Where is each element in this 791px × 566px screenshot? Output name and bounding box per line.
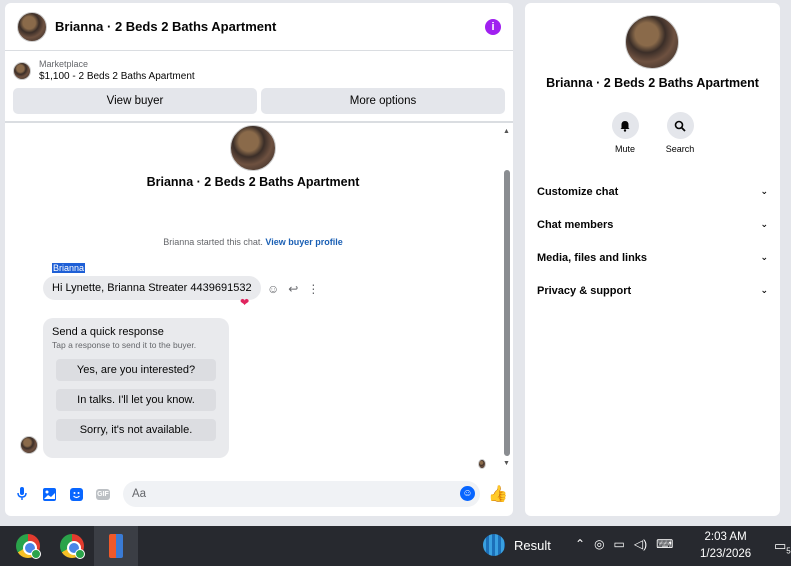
microphone-icon[interactable] bbox=[13, 485, 31, 503]
emoji-icon[interactable]: ☺ bbox=[460, 486, 475, 501]
info-icon[interactable]: i bbox=[485, 18, 501, 35]
section-customize-chat[interactable]: Customize chat ⌄ bbox=[537, 175, 768, 208]
listing-value: $1,100 - 2 Beds 2 Baths Apartment bbox=[39, 71, 195, 82]
app-icon bbox=[109, 534, 123, 558]
quick-response-option[interactable]: Sorry, it's not available. bbox=[56, 419, 216, 441]
action-row: View buyer More options bbox=[5, 82, 513, 123]
listing-thumbnail bbox=[13, 61, 31, 80]
message-list: Brianna · 2 Beds 2 Baths Apartment Brian… bbox=[5, 125, 501, 473]
chat-info-panel: Brianna · 2 Beds 2 Baths Apartment Mute … bbox=[525, 3, 780, 516]
taskbar-chrome-app[interactable] bbox=[6, 526, 50, 566]
chevron-down-icon: ⌄ bbox=[760, 285, 768, 295]
scroll-up-icon[interactable]: ▲ bbox=[503, 128, 510, 135]
info-title: Brianna · 2 Beds 2 Baths Apartment bbox=[546, 76, 759, 90]
chat-panel: Brianna · 2 Beds 2 Baths Apartment i Mar… bbox=[5, 3, 513, 516]
listing-row[interactable]: Marketplace $1,100 - 2 Beds 2 Baths Apar… bbox=[5, 51, 513, 82]
meet-icon[interactable]: ◎ bbox=[594, 537, 604, 551]
chevron-up-icon[interactable]: ⌃ bbox=[575, 537, 585, 551]
chevron-down-icon: ⌄ bbox=[760, 252, 768, 262]
mute-label: Mute bbox=[614, 144, 635, 154]
search-label: Search bbox=[665, 144, 695, 154]
taskbar-active-app[interactable] bbox=[94, 526, 138, 566]
chevron-down-icon: ⌄ bbox=[760, 219, 768, 229]
globe-icon bbox=[483, 534, 505, 556]
profile-badge-icon bbox=[31, 549, 41, 559]
keyboard-icon[interactable]: ⌨ bbox=[656, 537, 673, 551]
gif-label: GIF bbox=[96, 488, 110, 500]
sender-avatar bbox=[20, 436, 38, 454]
section-chat-members[interactable]: Chat members ⌄ bbox=[537, 208, 768, 241]
more-icon[interactable]: ⋮ bbox=[307, 282, 319, 296]
message-input-placeholder: Aa bbox=[132, 488, 147, 500]
scroll-down-icon[interactable]: ▼ bbox=[503, 460, 510, 467]
taskbar-chrome-app-2[interactable] bbox=[50, 526, 94, 566]
mute-button[interactable]: Mute bbox=[611, 112, 639, 154]
composer: GIF Aa ☺ 👍 bbox=[5, 477, 513, 511]
incoming-message[interactable]: Hi Lynette, Brianna Streater 4439691532 bbox=[43, 276, 261, 300]
info-sections: Customize chat ⌄ Chat members ⌄ Media, fil… bbox=[537, 175, 768, 307]
section-label: Customize chat bbox=[537, 185, 619, 198]
heart-reaction-icon[interactable]: ❤ bbox=[240, 296, 249, 309]
clock-date: 1/23/2026 bbox=[700, 548, 752, 560]
react-icon[interactable]: ☺ bbox=[267, 282, 279, 296]
chat-started-note: Brianna started this chat. View buyer pr… bbox=[5, 237, 501, 247]
thumbs-up-icon[interactable]: 👍 bbox=[488, 484, 508, 504]
view-buyer-profile-link[interactable]: View buyer profile bbox=[265, 237, 342, 247]
network-icon[interactable]: ▭ bbox=[614, 537, 625, 551]
more-options-button[interactable]: More options bbox=[261, 88, 505, 114]
quick-response-subtitle: Tap a response to send it to the buyer. bbox=[52, 340, 197, 350]
search-icon[interactable] bbox=[666, 112, 694, 139]
chat-header: Brianna · 2 Beds 2 Baths Apartment i bbox=[5, 3, 513, 51]
weather-widget[interactable]: Result bbox=[483, 534, 551, 556]
clock-time: 2:03 AM bbox=[704, 531, 747, 543]
sticker-icon[interactable] bbox=[67, 485, 85, 503]
quick-response-option[interactable]: In talks. I'll let you know. bbox=[56, 389, 216, 411]
conversation-title: Brianna · 2 Beds 2 Baths Apartment bbox=[146, 175, 360, 189]
taskbar: Result ⌃ ◎ ▭ ◁) ⌨ 2:03 AM 1/23/2026 ▭5 bbox=[0, 526, 791, 566]
listing-label: Marketplace bbox=[39, 59, 89, 69]
chat-started-text: Brianna started this chat. bbox=[163, 237, 263, 247]
sender-name: Brianna bbox=[52, 263, 86, 273]
info-avatar bbox=[625, 15, 679, 69]
section-label: Media, files and links bbox=[537, 251, 648, 264]
volume-icon[interactable]: ◁) bbox=[634, 537, 647, 551]
section-label: Privacy & support bbox=[537, 284, 632, 297]
profile-badge-icon bbox=[75, 549, 85, 559]
header-avatar[interactable] bbox=[17, 11, 47, 42]
quick-response-title: Send a quick response bbox=[52, 326, 164, 338]
gif-icon[interactable]: GIF bbox=[94, 485, 112, 503]
bell-icon[interactable] bbox=[611, 112, 639, 139]
search-button[interactable]: Search bbox=[666, 112, 694, 154]
section-privacy-support[interactable]: Privacy & support ⌄ bbox=[537, 274, 768, 307]
scroll-thumb[interactable] bbox=[504, 170, 510, 456]
message-input[interactable]: Aa ☺ bbox=[123, 481, 480, 507]
view-buyer-button[interactable]: View buyer bbox=[13, 88, 257, 114]
photo-icon[interactable] bbox=[40, 485, 58, 503]
section-label: Chat members bbox=[537, 218, 614, 231]
message-scrollbar[interactable]: ▲ ▼ bbox=[502, 128, 512, 473]
chat-title[interactable]: Brianna · 2 Beds 2 Baths Apartment bbox=[55, 19, 485, 34]
notification-icon[interactable]: ▭5 bbox=[774, 538, 791, 556]
read-receipt-avatar bbox=[478, 459, 486, 469]
message-tools: ☺ ↩ ⋮ bbox=[267, 282, 319, 296]
conversation-avatar bbox=[230, 125, 276, 171]
quick-response-card: Send a quick response Tap a response to … bbox=[43, 318, 229, 458]
section-media-files-links[interactable]: Media, files and links ⌄ bbox=[537, 241, 768, 274]
notification-count: 5 bbox=[786, 546, 791, 556]
system-tray: ⌃ ◎ ▭ ◁) ⌨ bbox=[575, 537, 673, 551]
reply-icon[interactable]: ↩ bbox=[288, 282, 298, 296]
info-actions: Mute Search bbox=[525, 112, 780, 154]
clock[interactable]: 2:03 AM 1/23/2026 bbox=[700, 529, 751, 563]
quick-response-option[interactable]: Yes, are you interested? bbox=[56, 359, 216, 381]
weather-label: Result bbox=[514, 537, 551, 553]
chevron-down-icon: ⌄ bbox=[760, 186, 768, 196]
